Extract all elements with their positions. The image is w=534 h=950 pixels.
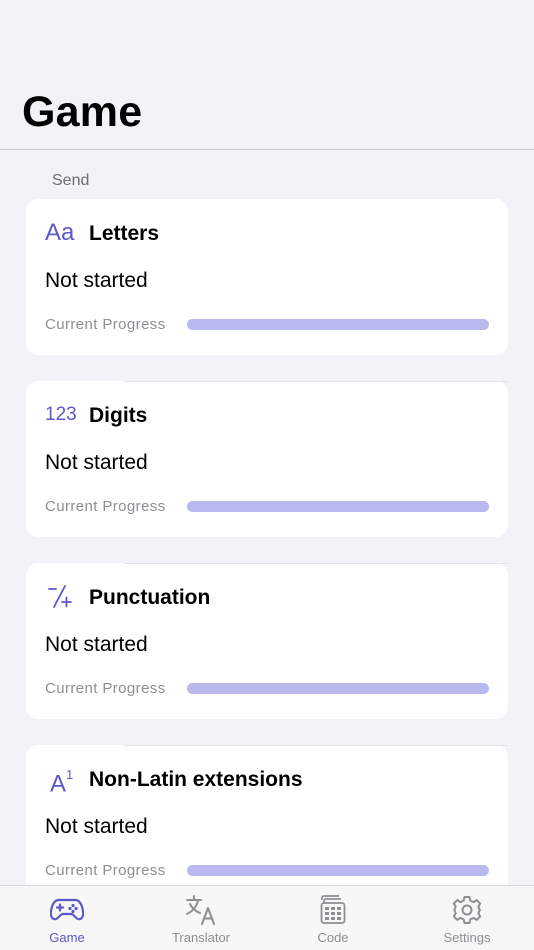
card-status: Not started bbox=[45, 269, 148, 292]
tab-translator[interactable]: Translator bbox=[134, 886, 268, 950]
digits-123-icon: 123 bbox=[45, 404, 77, 425]
tab-label: Game bbox=[49, 930, 85, 945]
progress-label: Current Progress bbox=[45, 680, 166, 697]
page-title: Game bbox=[22, 88, 143, 136]
navigation-bar: Game bbox=[0, 0, 534, 150]
card-separator bbox=[124, 563, 508, 564]
content-scroll[interactable]: Send Aa Letters Not started Current Prog… bbox=[0, 150, 534, 885]
card-status: Not started bbox=[45, 633, 148, 656]
card-separator bbox=[124, 381, 508, 382]
card-title: Digits bbox=[89, 404, 148, 427]
progress-bar bbox=[187, 319, 489, 330]
progress-label: Current Progress bbox=[45, 316, 166, 333]
tab-settings[interactable]: Settings bbox=[400, 886, 534, 950]
character-superscript-icon: A1 bbox=[50, 765, 86, 797]
card-status: Not started bbox=[45, 451, 148, 474]
progress-bar bbox=[187, 683, 489, 694]
progress-bar bbox=[187, 865, 489, 876]
card-digits[interactable]: 123 Digits Not started Current Progress bbox=[26, 381, 508, 537]
plus-slash-minus-icon bbox=[45, 583, 81, 611]
card-non-latin-extensions[interactable]: A1 Non-Latin extensions Not started Curr… bbox=[26, 745, 508, 885]
tab-game[interactable]: Game bbox=[0, 886, 134, 950]
game-screen: Game Send Aa Letters Not started Current… bbox=[0, 0, 534, 950]
card-title: Letters bbox=[89, 222, 160, 245]
card-separator bbox=[124, 745, 508, 746]
progress-bar bbox=[187, 501, 489, 512]
translate-icon bbox=[184, 894, 218, 926]
card-title: Non-Latin extensions bbox=[89, 768, 303, 791]
card-status: Not started bbox=[45, 815, 148, 838]
icon-superscript: 1 bbox=[66, 767, 74, 782]
tab-code[interactable]: Code bbox=[266, 886, 400, 950]
icon-letter: A bbox=[50, 770, 67, 798]
tab-label: Code bbox=[317, 930, 349, 945]
letters-aa-icon: Aa bbox=[45, 219, 75, 246]
progress-label: Current Progress bbox=[45, 862, 166, 879]
tab-label: Settings bbox=[443, 930, 491, 945]
tab-label: Translator bbox=[171, 930, 231, 945]
tab-bar: Game Translator Code Settings bbox=[0, 885, 534, 950]
card-punctuation[interactable]: Punctuation Not started Current Progress bbox=[26, 563, 508, 719]
card-letters[interactable]: Aa Letters Not started Current Progress bbox=[26, 199, 508, 355]
gamecontroller-icon bbox=[50, 894, 84, 926]
gear-icon bbox=[450, 894, 484, 926]
keyboard-grid-icon bbox=[316, 894, 350, 926]
section-header: Send bbox=[52, 172, 90, 189]
card-title: Punctuation bbox=[89, 586, 211, 609]
progress-label: Current Progress bbox=[45, 498, 166, 515]
